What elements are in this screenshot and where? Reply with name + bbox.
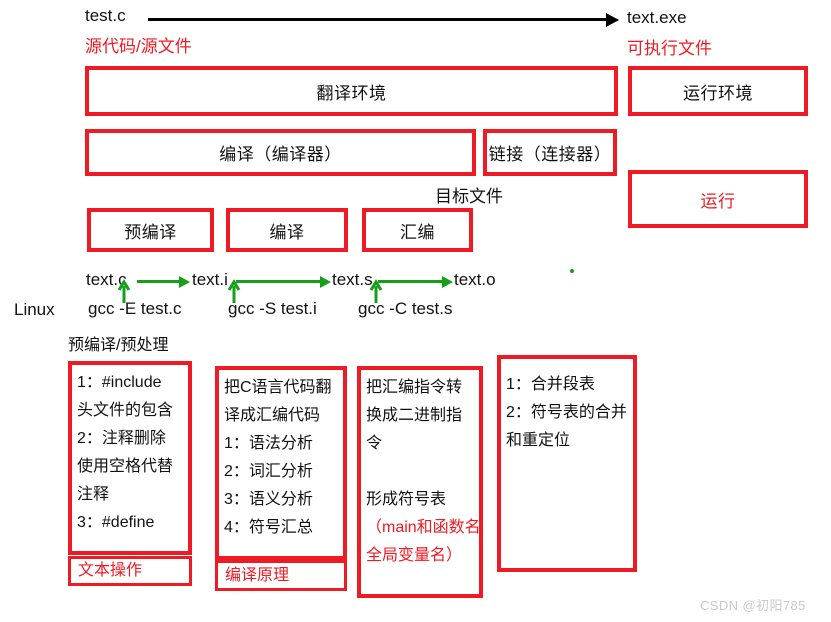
exe-file-label: text.exe — [627, 8, 687, 27]
detail-line-spacer: . — [363, 458, 479, 486]
source-file-label: test.c — [85, 6, 126, 25]
detail-line: 把汇编指令转 — [366, 379, 463, 396]
pipeline-file-2: text.s — [332, 270, 373, 289]
run-label: 运行 — [700, 191, 736, 211]
compile-phase-box: 编译（编译器） — [85, 129, 476, 176]
detail-line: 把C语言代码翻 — [224, 379, 332, 396]
exe-file-note: 可执行文件 — [627, 39, 712, 58]
detail-line: 换成二进制指 — [366, 407, 463, 424]
stray-green-dot — [570, 269, 574, 273]
run-box: 运行 — [628, 170, 808, 228]
link-phase-box: 链接（连接器） — [483, 129, 617, 176]
precompile-box: 预编译 — [87, 208, 214, 252]
object-file-note: 目标文件 — [435, 187, 503, 206]
detail-line: 3：#define — [77, 514, 155, 531]
linux-platform-label: Linux — [14, 300, 55, 319]
compile-label: 编译 — [269, 222, 305, 242]
pipeline-command-1: gcc -S test.i — [228, 299, 317, 318]
assemble-box: 汇编 — [362, 208, 473, 252]
detail-line-red: 全局变量名） — [366, 547, 463, 564]
translate-environment-box: 翻译环境 — [85, 66, 618, 116]
pipeline-arrow-head-1 — [320, 276, 331, 288]
detail-line: 令 — [366, 435, 383, 452]
pipeline-arrow-line-0 — [137, 280, 181, 283]
precompile-detail-tag: 文本操作 — [68, 556, 192, 586]
compile-detail-tag: 编译原理 — [215, 560, 347, 591]
runtime-environment-label: 运行环境 — [683, 83, 753, 103]
detail-line: 注释 — [77, 486, 110, 503]
detail-tag-label: 文本操作 — [78, 562, 143, 579]
detail-line: 1：#include — [77, 374, 162, 391]
pipeline-arrow-line-1 — [236, 280, 322, 283]
detail-line: 2：注释删除 — [77, 430, 166, 447]
pipeline-arrow-head-0 — [179, 276, 190, 288]
link-phase-label: 链接（连接器） — [488, 145, 612, 164]
pipeline-file-3: text.o — [454, 270, 496, 289]
detail-line-red: （main和函数名 — [366, 519, 481, 536]
detail-line: 4：符号汇总 — [224, 519, 313, 536]
detail-line: 和重定位 — [506, 432, 571, 449]
link-detail-box: 1：合并段表 2：符号表的合并 和重定位 — [497, 355, 637, 572]
precompile-label: 预编译 — [124, 222, 177, 242]
pipeline-command-2: gcc -C test.s — [358, 299, 453, 318]
detail-line: 2：符号表的合并 — [506, 404, 627, 421]
detail-tag-label: 编译原理 — [225, 566, 290, 584]
top-flow-arrow-line — [148, 18, 608, 21]
compile-detail-box: 把C语言代码翻 译成汇编代码 1：语法分析 2：词汇分析 3：语义分析 4：符号… — [215, 366, 347, 560]
assemble-detail-box: 把汇编指令转 换成二进制指 令 . 形成符号表 （main和函数名 全局变量名） — [357, 366, 483, 598]
detail-line: 1：语法分析 — [224, 435, 313, 452]
detail-line: 2：词汇分析 — [224, 463, 313, 480]
csdn-watermark: CSDN @初阳785 — [700, 598, 806, 613]
source-file-note: 源代码/源文件 — [85, 37, 192, 56]
translate-environment-label: 翻译环境 — [316, 83, 387, 103]
assemble-label: 汇编 — [400, 222, 435, 242]
precompile-detail-box: 1：#include 头文件的包含 2：注释删除 使用空格代替 注释 3：#de… — [68, 361, 192, 555]
detail-line: 使用空格代替 — [77, 458, 174, 475]
detail-line: 3：语义分析 — [224, 491, 313, 508]
detail-line: 头文件的包含 — [77, 402, 174, 419]
detail-line: 1：合并段表 — [506, 376, 595, 393]
pipeline-caption: 预编译/预处理 — [68, 337, 169, 354]
pipeline-file-1: text.i — [192, 270, 228, 289]
runtime-environment-box: 运行环境 — [628, 66, 808, 116]
pipeline-command-0: gcc -E test.c — [88, 299, 182, 318]
detail-line: 译成汇编代码 — [224, 407, 321, 424]
detail-line: 形成符号表 — [366, 491, 447, 508]
compile-phase-label: 编译（编译器） — [219, 145, 342, 164]
pipeline-arrow-head-2 — [442, 276, 453, 288]
compile-box: 编译 — [226, 208, 348, 252]
top-flow-arrow-head — [606, 13, 619, 27]
